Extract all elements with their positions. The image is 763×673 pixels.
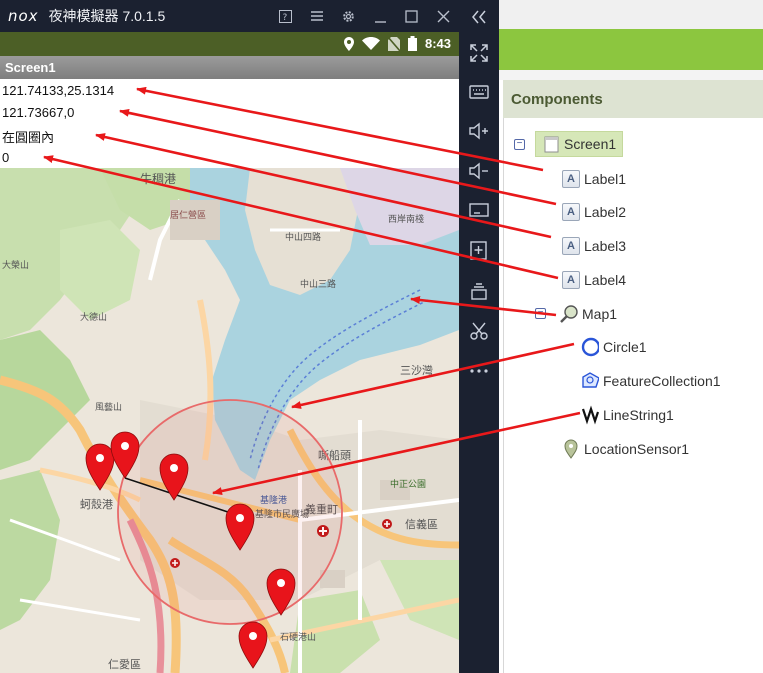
no-sim-icon	[387, 36, 400, 51]
wifi-icon	[361, 37, 380, 50]
scissors-icon[interactable]	[459, 316, 499, 346]
more-icon[interactable]	[459, 356, 499, 386]
volume-up-icon[interactable]	[459, 116, 499, 146]
component-label4[interactable]: A Label4	[562, 268, 626, 292]
emulator-title: 夜神模擬器 7.0.1.5	[48, 8, 166, 24]
circle-icon	[581, 337, 599, 357]
place-label: 居仁營區	[170, 209, 206, 221]
multi-instance-icon[interactable]	[459, 276, 499, 306]
place-label: 大榮山	[2, 259, 29, 271]
place-label: 信義區	[405, 517, 438, 531]
emulator-sidebar	[459, 0, 499, 673]
component-locationsensor1[interactable]: LocationSensor1	[562, 437, 689, 461]
designer-toolbar	[499, 0, 763, 29]
component-label3[interactable]: A Label3	[562, 234, 626, 258]
location-sensor-icon	[562, 439, 580, 459]
app-title: Screen1	[0, 56, 459, 79]
place-label: 中正公園	[390, 478, 426, 490]
nox-logo: nox	[8, 7, 39, 25]
map-icon	[560, 305, 578, 323]
status-time: 8:43	[424, 36, 451, 51]
label-icon: A	[562, 237, 580, 255]
feature-collection-icon	[581, 372, 599, 390]
components-title: Components	[503, 80, 763, 118]
designer-separator	[499, 70, 763, 80]
label3-text: 在圓圈內	[2, 130, 55, 145]
component-map1[interactable]: Map1	[560, 302, 617, 326]
place-label: 風藝山	[95, 401, 122, 413]
place-label: 中山四路	[285, 231, 321, 243]
screen-icon[interactable]	[459, 196, 499, 226]
place-label: 大德山	[80, 311, 107, 323]
component-screen1[interactable]: Screen1	[535, 131, 624, 157]
android-status-bar: 8:43	[0, 32, 459, 56]
window-controls: ?	[270, 0, 459, 32]
add-apk-icon[interactable]	[459, 236, 499, 266]
place-label: 蚵殼港	[80, 498, 113, 511]
label1-text: 121.74133,25.1314	[2, 83, 115, 98]
component-name: FeatureCollection1	[603, 373, 721, 389]
volume-down-icon[interactable]	[459, 156, 499, 186]
place-label: 西岸南棧	[388, 213, 424, 225]
component-circle1[interactable]: Circle1	[581, 335, 647, 359]
collapse-icon[interactable]	[459, 2, 499, 32]
component-name: Circle1	[603, 339, 647, 355]
label-icon: A	[562, 271, 580, 289]
battery-icon	[407, 36, 417, 51]
map-view[interactable]: 牛稠港 居仁營區 中山四路 中山三路 西岸南棧 大榮山 大德山 風藝山 三沙灣 …	[0, 168, 459, 673]
component-name: Label4	[584, 272, 627, 288]
component-label2[interactable]: A Label2	[562, 200, 626, 224]
place-label: 三沙灣	[400, 364, 433, 377]
place-label: 牛稠港	[140, 171, 176, 186]
label2-text: 121.73667,0	[2, 105, 75, 120]
component-name: Label3	[584, 238, 627, 254]
component-name: Label1	[584, 171, 627, 187]
component-featurecollection1[interactable]: FeatureCollection1	[581, 369, 721, 393]
location-icon	[343, 36, 354, 51]
component-name: Map1	[582, 306, 618, 322]
collapse-toggle-screen1[interactable]: −	[514, 139, 525, 150]
place-label: 石硬港山	[280, 631, 316, 643]
component-name: Screen1	[564, 136, 617, 152]
svg-text:?: ?	[283, 13, 288, 23]
linestring-icon	[581, 405, 599, 425]
fullscreen-icon[interactable]	[459, 38, 499, 68]
minimize-icon[interactable]	[365, 0, 397, 32]
label-icon: A	[562, 170, 580, 188]
component-name: LineString1	[603, 407, 674, 423]
settings-icon[interactable]	[333, 0, 365, 32]
close-icon[interactable]	[428, 0, 460, 32]
place-label: 仁愛區	[108, 658, 141, 671]
label-icon: A	[562, 203, 580, 221]
emulator-titlebar: nox 夜神模擬器 7.0.1.5 ?	[0, 0, 459, 32]
component-label1[interactable]: A Label1	[562, 167, 626, 191]
screen-icon	[542, 135, 560, 153]
designer-green-bar	[499, 29, 763, 70]
map-canvas[interactable]: 牛稠港 居仁營區 中山四路 中山三路 西岸南棧 大榮山 大德山 風藝山 三沙灣 …	[0, 168, 459, 673]
keyboard-icon[interactable]	[459, 77, 499, 107]
component-linestring1[interactable]: LineString1	[581, 403, 674, 427]
component-name: Label2	[584, 204, 627, 220]
maximize-icon[interactable]	[396, 0, 428, 32]
place-label: 中山三路	[300, 278, 336, 290]
menu-icon[interactable]	[302, 0, 334, 32]
collapse-toggle-map1[interactable]: −	[535, 308, 546, 319]
component-name: LocationSensor1	[584, 441, 690, 457]
help-icon[interactable]: ?	[270, 0, 302, 32]
